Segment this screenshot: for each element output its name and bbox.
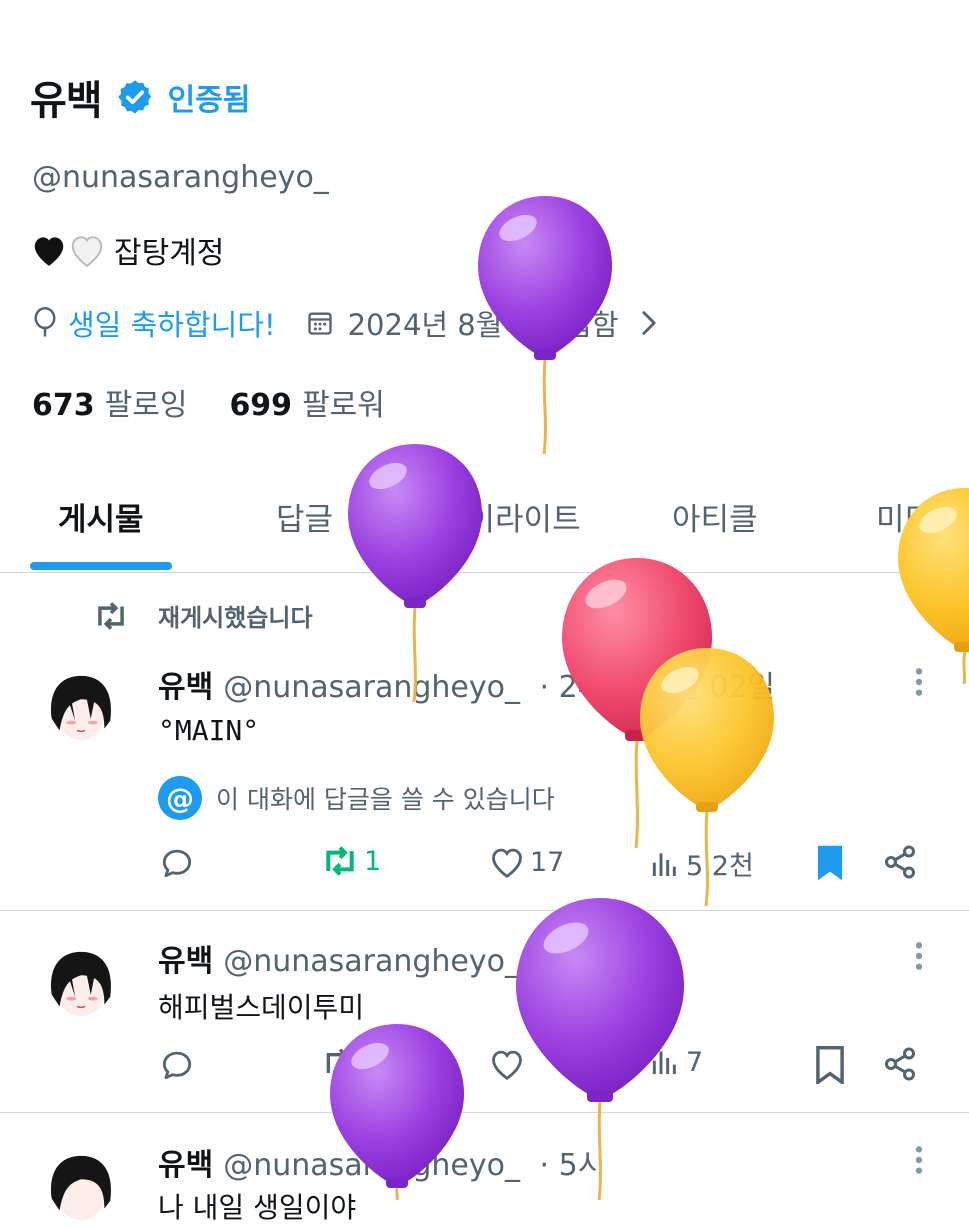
repost-icon [326, 846, 354, 876]
tab-articles[interactable]: 아티클 [672, 494, 758, 539]
profile-tabs: 게시물 답글 하이라이트 아티클 미디어 [0, 466, 969, 573]
views-count: 7 [686, 1046, 704, 1078]
profile-display-name: 유백 [30, 78, 103, 124]
black-heart-icon [34, 237, 64, 266]
like-button[interactable] [488, 1046, 526, 1082]
post-time[interactable]: · 5시 [540, 1148, 606, 1183]
like-button[interactable]: 17 [488, 844, 564, 880]
reply-restriction: @ 이 대화에 답글을 쓸 수 있습니다 [158, 776, 555, 820]
balloon-icon [34, 307, 56, 337]
post-header: 유백 @nunasarangheyo_ · 24년 02월 02일 [158, 662, 775, 706]
white-heart-icon [71, 236, 103, 267]
share-button[interactable] [882, 844, 918, 880]
more-options-icon[interactable] [912, 666, 926, 698]
bookmark-button[interactable] [814, 844, 846, 882]
active-tab-indicator [30, 562, 172, 570]
bookmark-button[interactable] [814, 1046, 846, 1084]
reply-icon [162, 1051, 192, 1080]
views-button[interactable]: 7 [648, 1046, 703, 1078]
followers-link[interactable]: 699 팔로워 [229, 380, 384, 424]
author-handle[interactable]: @nunasarangheyo_ [223, 670, 520, 705]
verified-label[interactable]: 인증됨 [168, 75, 251, 119]
reply-button[interactable] [158, 1046, 196, 1084]
bio-text: 잡탕계정 [114, 236, 225, 271]
post-text: 나 내일 생일이야 [158, 1191, 357, 1224]
reply-icon [162, 849, 192, 878]
followers-count: 699 [229, 388, 293, 423]
followers-label: 팔로워 [302, 388, 385, 423]
avatar[interactable] [42, 946, 120, 1024]
views-count: 5.2천 [686, 851, 754, 882]
chevron-right-icon[interactable] [640, 310, 658, 336]
tab-highlights[interactable]: 하이라이트 [438, 494, 581, 539]
more-options-icon[interactable] [912, 1144, 926, 1176]
views-button[interactable]: 5.2천 [648, 844, 754, 883]
repost-icon [326, 1048, 354, 1078]
profile-handle: @nunasarangheyo_ [32, 160, 329, 195]
post-actions: 7 [158, 1046, 928, 1090]
bookmark-filled-icon [817, 845, 843, 881]
author-name[interactable]: 유백 [158, 670, 213, 705]
following-link[interactable]: 673 팔로잉 [32, 380, 187, 424]
views-chart-icon [652, 852, 676, 876]
profile-name-row: 유백 인증됨 [30, 68, 250, 126]
tab-media[interactable]: 미디어 [876, 494, 962, 539]
reply-button[interactable] [158, 844, 196, 882]
author-handle[interactable]: @nunasarangheyo_ [223, 944, 520, 979]
tab-replies[interactable]: 답글 [276, 494, 333, 539]
reply-restriction-text: 이 대화에 답글을 쓸 수 있습니다 [216, 785, 555, 814]
avatar[interactable] [42, 670, 120, 748]
author-name[interactable]: 유백 [158, 1148, 213, 1183]
author-name[interactable]: 유백 [158, 944, 213, 979]
share-button[interactable] [882, 1046, 918, 1082]
following-count: 673 [32, 388, 95, 423]
following-label: 팔로잉 [104, 388, 188, 423]
repost-label: 재게시했습니다 [158, 604, 313, 632]
repost-note: 재게시했습니다 [92, 598, 313, 633]
heart-icon [492, 848, 522, 878]
post-text: 해피벌스데이투미 [158, 991, 365, 1024]
birthday-link[interactable]: 생일 축하합니다! [68, 302, 276, 344]
avatar[interactable] [42, 1150, 120, 1228]
follow-stats: 673 팔로잉 699 팔로워 [32, 380, 385, 424]
repost-button[interactable] [320, 1046, 360, 1080]
post-time[interactable]: · 24년 02월 02일 [540, 670, 775, 705]
profile-bio: 잡탕계정 [30, 228, 224, 272]
profile-meta: 생일 축하합니다! 2024년 8월에 가입함 [32, 302, 658, 344]
at-sign-icon: @ [158, 776, 202, 820]
post-divider [0, 1112, 969, 1113]
calendar-icon [307, 312, 332, 335]
share-icon [885, 1047, 915, 1081]
bookmark-icon [816, 1046, 844, 1084]
post-text: °MAIN° [158, 714, 260, 747]
views-chart-icon [652, 1051, 676, 1074]
share-icon [885, 845, 915, 879]
joined-date: 2024년 8월에 가입함 [347, 308, 619, 342]
post-header: 유백 @nunasarangheyo_ · 5시 [158, 1140, 605, 1184]
hearts-emoji [30, 232, 106, 268]
post-divider [0, 910, 969, 911]
heart-icon [492, 1050, 522, 1080]
repost-icon [98, 601, 124, 630]
tab-posts[interactable]: 게시물 [58, 494, 144, 539]
like-count: 17 [530, 846, 565, 878]
post-time[interactable]: · 5분 [540, 944, 606, 979]
repost-button[interactable]: 1 [320, 844, 381, 878]
post-actions: 1 17 5.2천 [158, 844, 928, 888]
repost-count: 1 [364, 845, 382, 877]
more-options-icon[interactable] [912, 940, 926, 972]
post-header: 유백 @nunasarangheyo_ · 5분 [158, 936, 605, 980]
verified-badge-icon[interactable] [116, 78, 154, 116]
author-handle[interactable]: @nunasarangheyo_ [223, 1148, 520, 1183]
